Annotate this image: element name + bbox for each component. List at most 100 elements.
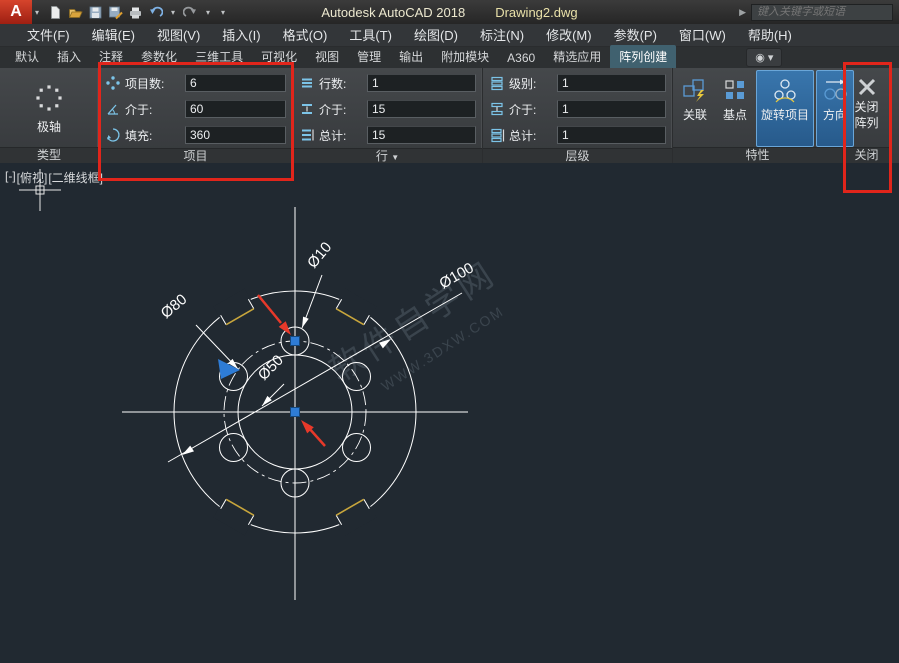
viewport-visual-style-control[interactable]: [二维线框] bbox=[48, 169, 103, 186]
polar-array-button[interactable]: 极轴 bbox=[6, 70, 92, 147]
associative-label: 关联 bbox=[683, 106, 707, 123]
rows-between-label: 介于: bbox=[319, 101, 363, 118]
close-array-button[interactable]: 关闭 阵列 bbox=[849, 70, 884, 130]
redo-icon[interactable] bbox=[183, 5, 198, 20]
menu-window[interactable]: 窗口(W) bbox=[668, 24, 737, 47]
rows-count-row: 行数: bbox=[299, 70, 476, 96]
items-count-input[interactable] bbox=[185, 74, 286, 92]
levels-count-label: 级别: bbox=[509, 75, 553, 92]
app-menu-caret-icon[interactable]: ▾ bbox=[32, 8, 42, 17]
levels-between-label: 介于: bbox=[509, 101, 553, 118]
items-between-input[interactable] bbox=[185, 100, 286, 118]
qat-customize-icon[interactable]: ▾ bbox=[218, 8, 228, 17]
panel-label-levels[interactable]: 层级 bbox=[483, 148, 672, 164]
d80-label: Ø80 bbox=[158, 291, 191, 322]
tab-view[interactable]: 视图 bbox=[306, 45, 348, 68]
viewport-controls: [-] [俯视] [二维线框] bbox=[5, 169, 103, 186]
tab-visualize[interactable]: 可视化 bbox=[252, 45, 306, 68]
menu-edit[interactable]: 编辑(E) bbox=[81, 24, 146, 47]
document-name: Drawing2.dwg bbox=[495, 5, 577, 20]
menu-insert[interactable]: 插入(I) bbox=[211, 24, 271, 47]
drawing-area[interactable]: 软件自学网 WWW.3DXW.COM bbox=[0, 163, 899, 663]
menu-help[interactable]: 帮助(H) bbox=[737, 24, 803, 47]
tab-insert[interactable]: 插入 bbox=[48, 45, 90, 68]
menu-modify[interactable]: 修改(M) bbox=[535, 24, 603, 47]
tab-add-ins[interactable]: 附加模块 bbox=[432, 45, 498, 68]
panel-label-items[interactable]: 项目 bbox=[99, 148, 292, 164]
levels-between-icon bbox=[489, 101, 505, 117]
item-count-icon bbox=[105, 75, 121, 91]
polar-array-label: 极轴 bbox=[37, 118, 61, 135]
panel-label-type[interactable]: 类型 bbox=[0, 147, 98, 163]
save-icon[interactable] bbox=[88, 5, 103, 20]
base-point-label: 基点 bbox=[723, 106, 747, 123]
rows-count-icon bbox=[299, 75, 315, 91]
rows-between-row: 介于: bbox=[299, 96, 476, 122]
watermark: 软件自学网 WWW.3DXW.COM bbox=[323, 255, 518, 413]
undo-icon[interactable] bbox=[148, 5, 163, 20]
menu-format[interactable]: 格式(O) bbox=[272, 24, 339, 47]
tab-a360[interactable]: A360 bbox=[498, 48, 544, 68]
levels-between-input[interactable] bbox=[557, 100, 666, 118]
plot-icon[interactable] bbox=[128, 5, 143, 20]
rows-total-label: 总计: bbox=[319, 127, 363, 144]
viewport-menu-control[interactable]: [-] bbox=[5, 169, 16, 186]
undo-dropdown-icon[interactable]: ▾ bbox=[168, 8, 178, 17]
rows-count-input[interactable] bbox=[367, 74, 476, 92]
base-point-button[interactable]: 基点 bbox=[716, 70, 754, 147]
help-search: ▶ bbox=[739, 4, 899, 21]
rotate-items-label: 旋转项目 bbox=[761, 106, 809, 123]
rows-total-input[interactable] bbox=[367, 126, 476, 144]
tab-annotate[interactable]: 注释 bbox=[90, 45, 132, 68]
levels-count-icon bbox=[489, 75, 505, 91]
tab-featured-apps[interactable]: 精选应用 bbox=[544, 45, 610, 68]
save-as-icon[interactable] bbox=[108, 5, 123, 20]
tab-default[interactable]: 默认 bbox=[6, 45, 48, 68]
open-folder-icon[interactable] bbox=[68, 5, 83, 20]
menu-dimension[interactable]: 标注(N) bbox=[469, 24, 535, 47]
menu-tools[interactable]: 工具(T) bbox=[338, 24, 403, 47]
tab-manage[interactable]: 管理 bbox=[348, 45, 390, 68]
search-launch-icon[interactable]: ▶ bbox=[739, 7, 746, 18]
close-x-icon bbox=[856, 76, 878, 98]
menu-view[interactable]: 视图(V) bbox=[146, 24, 211, 47]
associative-button[interactable]: 关联 bbox=[676, 70, 714, 147]
tab-array-creation[interactable]: 阵列创建 bbox=[610, 45, 676, 68]
rotate-items-button[interactable]: 旋转项目 bbox=[756, 70, 814, 147]
help-search-input[interactable] bbox=[751, 4, 893, 21]
redo-dropdown-icon[interactable]: ▾ bbox=[203, 8, 213, 17]
array-geometry[interactable] bbox=[122, 207, 468, 600]
d10-arrowhead bbox=[302, 317, 309, 328]
app-menu-button[interactable]: A bbox=[0, 0, 32, 24]
items-fill-row: 填充: bbox=[105, 122, 286, 148]
rows-label-text: 行 bbox=[376, 149, 388, 163]
levels-count-input[interactable] bbox=[557, 74, 666, 92]
rows-total-row: 总计: bbox=[299, 122, 476, 148]
menu-parametric[interactable]: 参数(P) bbox=[603, 24, 668, 47]
tab-output[interactable]: 输出 bbox=[390, 45, 432, 68]
associative-icon bbox=[681, 76, 709, 104]
rows-expand-icon[interactable]: ▼ bbox=[391, 153, 399, 162]
fill-angle-icon bbox=[105, 127, 121, 143]
rows-between-icon bbox=[299, 101, 315, 117]
tab-parametric[interactable]: 参数化 bbox=[132, 45, 186, 68]
ribbon-display-button[interactable]: ◉ ▾ bbox=[746, 48, 782, 67]
item-grip bbox=[291, 337, 300, 346]
panel-label-properties[interactable]: 特性 bbox=[673, 147, 842, 163]
viewport-view-control[interactable]: [俯视] bbox=[17, 169, 48, 186]
items-count-label: 项目数: bbox=[125, 75, 181, 92]
polar-array-icon bbox=[34, 83, 64, 113]
menubar: 文件(F) 编辑(E) 视图(V) 插入(I) 格式(O) 工具(T) 绘图(D… bbox=[0, 24, 899, 47]
menu-draw[interactable]: 绘图(D) bbox=[403, 24, 469, 47]
levels-total-input[interactable] bbox=[557, 126, 666, 144]
rotate-items-icon bbox=[771, 76, 799, 104]
menu-file[interactable]: 文件(F) bbox=[16, 24, 81, 47]
new-file-icon[interactable] bbox=[48, 5, 63, 20]
panel-label-close[interactable]: 关闭 bbox=[843, 147, 890, 163]
rows-between-input[interactable] bbox=[367, 100, 476, 118]
tab-3d-tools[interactable]: 三维工具 bbox=[186, 45, 252, 68]
items-fill-input[interactable] bbox=[185, 126, 286, 144]
panel-label-rows[interactable]: 行 ▼ bbox=[293, 148, 482, 164]
ribbon-filler bbox=[891, 68, 899, 163]
panel-type: 极轴 类型 bbox=[0, 68, 99, 163]
